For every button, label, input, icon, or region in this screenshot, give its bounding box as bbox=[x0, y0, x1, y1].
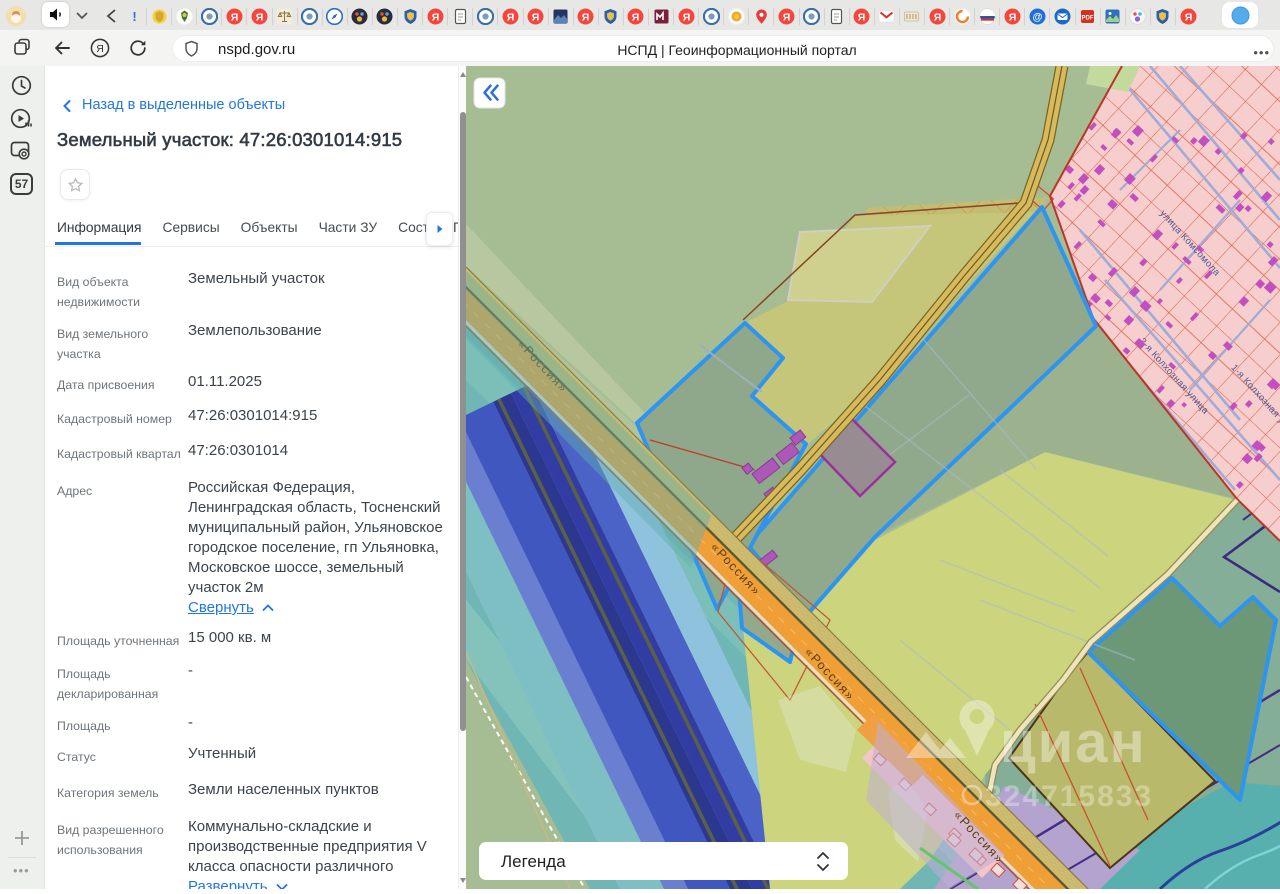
svg-text:Я: Я bbox=[933, 11, 941, 23]
svg-text:Я: Я bbox=[858, 11, 866, 23]
svg-text:PDF: PDF bbox=[1082, 15, 1094, 21]
svg-text:Я: Я bbox=[582, 11, 590, 23]
svg-text:Я: Я bbox=[96, 43, 104, 55]
svg-text:Я: Я bbox=[231, 11, 239, 23]
svg-text:Я: Я bbox=[783, 11, 791, 23]
svg-text:Легенда: Легенда bbox=[501, 852, 566, 871]
svg-text:!: ! bbox=[132, 9, 136, 24]
svg-text:Я: Я bbox=[1009, 11, 1017, 23]
svg-text:циан: циан bbox=[1000, 710, 1147, 775]
svg-text:Я: Я bbox=[532, 11, 540, 23]
svg-text:Я: Я bbox=[632, 11, 640, 23]
svg-text:Я: Я bbox=[507, 11, 515, 23]
svg-text:Я: Я bbox=[431, 11, 439, 23]
svg-text:Я: Я bbox=[682, 11, 690, 23]
svg-text:Я: Я bbox=[1185, 11, 1193, 23]
svg-text:@: @ bbox=[1033, 12, 1043, 23]
svg-text:324715833: 324715833 bbox=[985, 780, 1153, 813]
svg-text:Я: Я bbox=[256, 11, 264, 23]
